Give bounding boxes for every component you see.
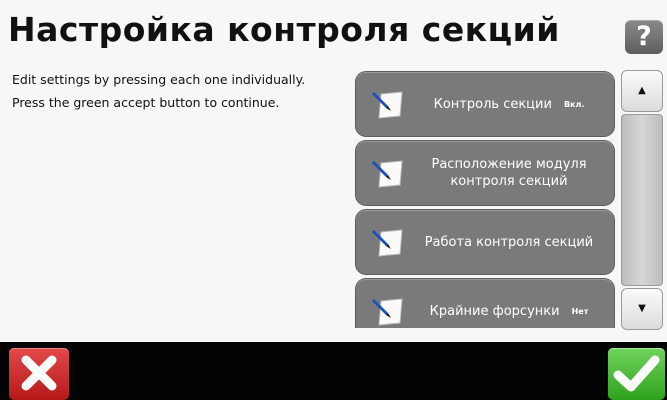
setting-button-operation[interactable]: Работа контроля секций (356, 210, 614, 274)
accept-button[interactable] (608, 348, 665, 400)
setting-button-module-location[interactable]: Расположение модуля контроля секций (356, 141, 614, 205)
instruction-text: Press the green accept button to continu… (12, 95, 280, 110)
setting-button-edge-nozzles[interactable]: Крайние форсунки Нет (356, 279, 614, 328)
scrollbar[interactable]: ▲ ▼ (621, 70, 663, 330)
edit-icon (372, 91, 403, 119)
setting-value: Нет (571, 306, 589, 316)
setting-label: Расположение модуля контроля секций (431, 157, 587, 189)
scroll-up-button[interactable]: ▲ (621, 70, 663, 112)
checkmark-icon (613, 355, 660, 392)
edit-icon (372, 298, 403, 326)
instructions-panel: Edit settings by pressing each one indiv… (12, 72, 312, 118)
setting-label: Контроль секции Вкл. (433, 96, 585, 112)
setting-label: Крайние форсунки Нет (429, 303, 589, 319)
edit-icon (372, 160, 403, 188)
scroll-track[interactable] (621, 114, 663, 286)
instruction-text: Edit settings by pressing each one indiv… (12, 72, 306, 87)
footer-bar (0, 342, 667, 400)
header-bar: Настройка контроля секций ? (0, 0, 667, 64)
page-title: Настройка контроля секций (8, 10, 560, 49)
edit-icon (372, 229, 403, 257)
setting-value: Вкл. (563, 99, 585, 109)
settings-list: Контроль секции Вкл. Расположение модуля … (350, 66, 620, 328)
help-button[interactable]: ? (625, 20, 663, 54)
x-icon (21, 355, 57, 391)
cancel-button[interactable] (9, 348, 69, 400)
setting-button-section-control[interactable]: Контроль секции Вкл. (356, 72, 614, 136)
setting-label: Работа контроля секций (424, 234, 594, 250)
scroll-down-button[interactable]: ▼ (621, 288, 663, 330)
